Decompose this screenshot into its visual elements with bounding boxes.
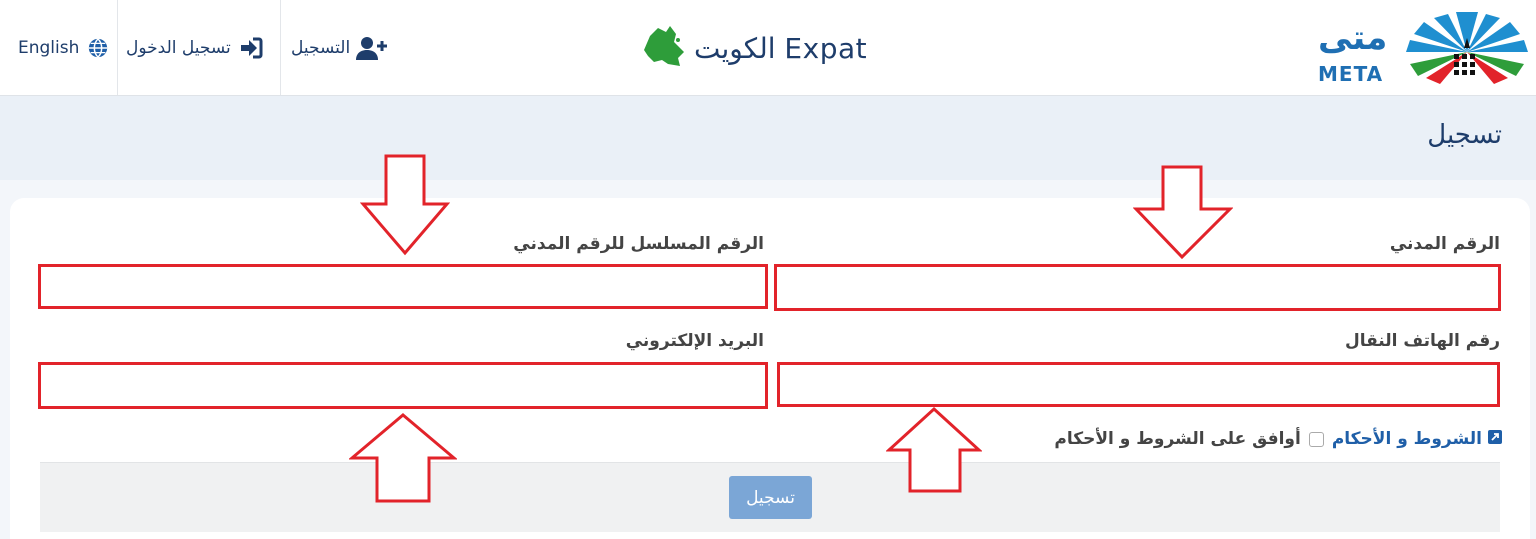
logo-latin-text: META bbox=[1318, 62, 1384, 86]
meta-logo[interactable]: متى META bbox=[1316, 10, 1531, 86]
agree-label: أوافق على الشروط و الأحكام bbox=[1054, 429, 1301, 449]
language-switch[interactable]: English bbox=[18, 0, 109, 95]
email-label: البريد الإلكتروني bbox=[625, 331, 764, 351]
user-plus-icon bbox=[356, 36, 388, 60]
terms-link-label: الشروط و الأحكام bbox=[1331, 429, 1482, 449]
serial-number-input[interactable] bbox=[38, 264, 768, 309]
arrow-up-icon bbox=[886, 406, 982, 493]
terms-link[interactable]: الشروط و الأحكام bbox=[1332, 429, 1502, 449]
brand-text: الكويت Expat bbox=[694, 31, 868, 65]
mobile-input[interactable] bbox=[777, 362, 1500, 407]
top-navbar: English تسجيل الدخول التسجيل الكويت Expa… bbox=[0, 0, 1536, 96]
page-header-band bbox=[0, 96, 1536, 180]
login-link[interactable]: تسجيل الدخول bbox=[126, 0, 263, 95]
civil-id-input[interactable] bbox=[774, 264, 1501, 311]
expat-kuwait-brand[interactable]: الكويت Expat bbox=[640, 18, 867, 78]
register-link[interactable]: التسجيل bbox=[291, 0, 388, 95]
kuwait-map-icon bbox=[640, 22, 688, 74]
terms-row: الشروط و الأحكام أوافق على الشروط و الأح… bbox=[1054, 428, 1502, 450]
nav-divider bbox=[280, 0, 281, 95]
external-link-icon bbox=[1488, 429, 1502, 449]
mobile-label: رقم الهاتف النقال bbox=[1344, 331, 1500, 351]
email-input[interactable] bbox=[38, 362, 768, 409]
nav-divider bbox=[117, 0, 118, 95]
agree-checkbox[interactable] bbox=[1308, 431, 1324, 447]
serial-number-label: الرقم المسلسل للرقم المدني bbox=[513, 234, 764, 254]
arrow-up-icon bbox=[349, 413, 457, 503]
civil-id-label: الرقم المدني bbox=[1389, 234, 1500, 254]
language-label: English bbox=[18, 37, 80, 58]
login-label: تسجيل الدخول bbox=[126, 37, 231, 58]
arrow-down-icon bbox=[1133, 165, 1233, 260]
globe-icon bbox=[87, 37, 109, 59]
sign-in-icon bbox=[239, 37, 263, 59]
arrow-down-icon bbox=[360, 154, 450, 256]
register-submit-button[interactable]: تسجيل bbox=[729, 476, 812, 519]
register-label: التسجيل bbox=[291, 37, 351, 58]
page-title: تسجيل bbox=[1427, 120, 1502, 150]
logo-arabic-text: متى bbox=[1318, 18, 1388, 58]
meta-emblem-icon bbox=[1406, 12, 1528, 84]
